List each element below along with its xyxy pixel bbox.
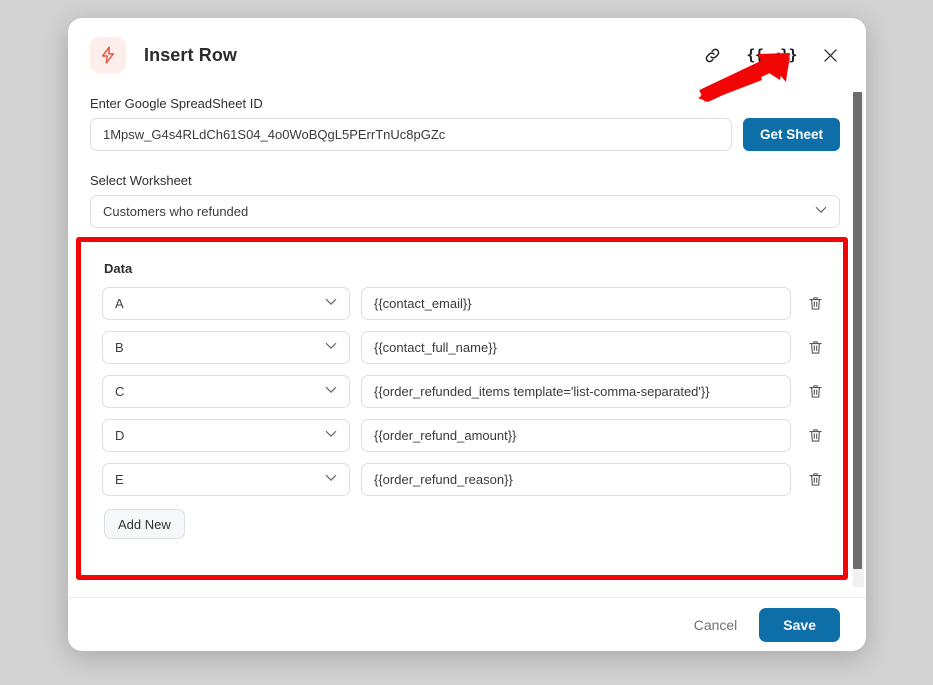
column-select-wrap: B	[102, 331, 350, 364]
data-row: A	[102, 287, 828, 320]
column-select-value: D	[115, 428, 125, 443]
data-row: B	[102, 331, 828, 364]
scrollbar-thumb[interactable]	[853, 92, 862, 569]
add-new-button[interactable]: Add New	[104, 509, 185, 539]
data-value-input[interactable]	[361, 463, 791, 496]
column-select-wrap: A	[102, 287, 350, 320]
insert-row-modal: Insert Row {{..}} Enter Google SpreadShe…	[68, 18, 866, 651]
data-section-title: Data	[104, 261, 133, 276]
data-value-input[interactable]	[361, 375, 791, 408]
modal-footer: Cancel Save	[68, 597, 866, 651]
worksheet-selected-value: Customers who refunded	[103, 204, 249, 219]
trash-icon[interactable]	[802, 291, 828, 317]
worksheet-label: Select Worksheet	[90, 173, 192, 188]
trash-icon[interactable]	[802, 423, 828, 449]
modal-header: Insert Row {{..}}	[68, 18, 866, 92]
trash-icon[interactable]	[802, 379, 828, 405]
trash-icon[interactable]	[802, 467, 828, 493]
scrollbar-track[interactable]	[853, 92, 864, 587]
data-section: Data A {{contact_email}} B {{contact_ful…	[90, 250, 840, 551]
modal-body: Enter Google SpreadSheet ID Get Sheet Se…	[68, 92, 866, 597]
data-value-input[interactable]	[361, 419, 791, 452]
worksheet-select-wrap: Customers who refunded	[90, 195, 840, 228]
get-sheet-button[interactable]: Get Sheet	[742, 118, 840, 151]
worksheet-select[interactable]: Customers who refunded	[90, 195, 840, 228]
cancel-button[interactable]: Cancel	[690, 611, 742, 639]
trash-icon[interactable]	[802, 335, 828, 361]
data-row: E	[102, 463, 828, 496]
column-select[interactable]: A	[102, 287, 350, 320]
column-select-wrap: D	[102, 419, 350, 452]
column-select-value: A	[115, 296, 124, 311]
link-icon[interactable]	[703, 46, 722, 65]
column-select-value: C	[115, 384, 125, 399]
data-value-input[interactable]	[361, 287, 791, 320]
spreadsheet-id-label: Enter Google SpreadSheet ID	[90, 96, 263, 111]
spreadsheet-id-row: Get Sheet	[90, 118, 840, 151]
lightning-bolt-icon	[90, 37, 126, 73]
page-title: Insert Row	[144, 44, 238, 65]
screen: Insert Row {{..}} Enter Google SpreadShe…	[0, 0, 933, 685]
column-select-wrap: C	[102, 375, 350, 408]
column-select[interactable]: B	[102, 331, 350, 364]
column-select[interactable]: D	[102, 419, 350, 452]
spreadsheet-id-input[interactable]	[90, 118, 732, 151]
column-select-value: B	[115, 340, 124, 355]
header-actions: {{..}}	[703, 46, 840, 65]
data-value-input[interactable]	[361, 331, 791, 364]
data-row: C	[102, 375, 828, 408]
column-select[interactable]: C	[102, 375, 350, 408]
close-icon[interactable]	[821, 46, 840, 65]
column-select-value: E	[115, 472, 124, 487]
save-button[interactable]: Save	[759, 607, 840, 642]
column-select-wrap: E	[102, 463, 350, 496]
column-select[interactable]: E	[102, 463, 350, 496]
variables-icon[interactable]: {{..}}	[746, 46, 797, 64]
data-row: D	[102, 419, 828, 452]
